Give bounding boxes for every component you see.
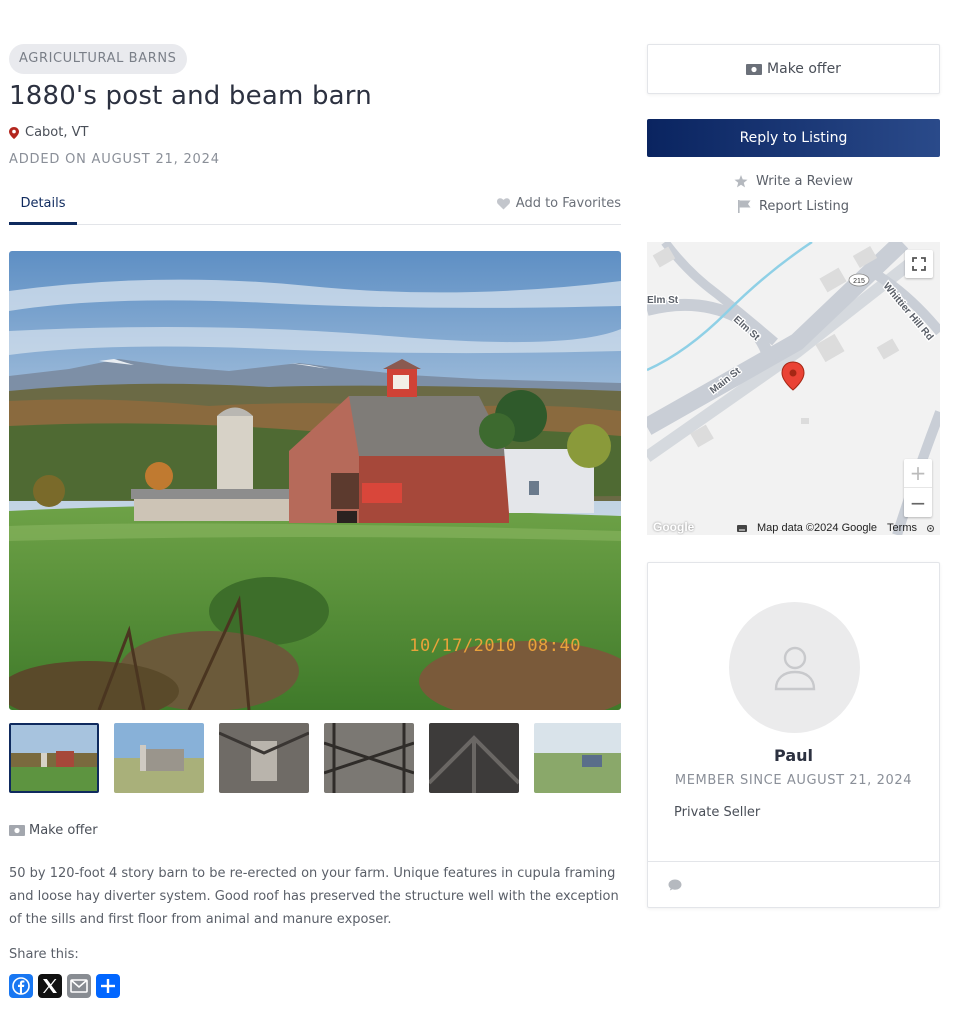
location-map[interactable]: 215 Elm St Elm St Main St Whittier Hill … — [647, 242, 940, 535]
money-icon — [9, 825, 25, 836]
route-shield: 215 — [853, 278, 865, 285]
map-footer: Map data ©2024 Google Terms — [647, 521, 940, 535]
make-offer-link-label: Make offer — [29, 823, 98, 838]
x-share-button[interactable] — [38, 974, 62, 998]
thumbnail-6[interactable] — [534, 723, 621, 793]
listing-title: 1880's post and beam barn — [9, 81, 372, 111]
zoom-controls: + − — [904, 459, 932, 517]
listing-sidebar: Make offer Reply to Listing Write a Revi… — [647, 44, 940, 908]
star-icon — [734, 175, 748, 188]
make-offer-button-label: Make offer — [767, 61, 841, 77]
facebook-icon — [12, 977, 30, 995]
sidebar-links: Write a Review Report Listing — [647, 169, 940, 219]
photo-timestamp: 10/17/2010 08:40 — [409, 636, 581, 656]
favorites-label: Add to Favorites — [515, 196, 621, 211]
thumbnail-3[interactable] — [219, 723, 309, 793]
added-date: ADDED ON AUGUST 21, 2024 — [9, 152, 220, 167]
share-buttons — [9, 974, 621, 998]
user-icon — [774, 646, 815, 690]
make-offer-button[interactable]: Make offer — [647, 44, 940, 94]
heart-icon — [496, 197, 510, 209]
facebook-share-button[interactable] — [9, 974, 33, 998]
street-label-elm-1: Elm St — [647, 295, 679, 306]
more-share-button[interactable] — [96, 974, 120, 998]
map-tiles: 215 Elm St Elm St Main St Whittier Hill … — [647, 242, 940, 535]
location-text: Cabot, VT — [25, 125, 89, 140]
x-icon — [43, 979, 57, 993]
map-attribution: Map data ©2024 Google — [757, 522, 878, 534]
flag-icon — [737, 200, 751, 213]
map-pin-icon — [9, 126, 19, 139]
seller-type: Private Seller — [674, 805, 761, 820]
avatar[interactable] — [729, 602, 860, 733]
thumbnail-4[interactable] — [324, 723, 414, 793]
fullscreen-button[interactable] — [905, 250, 933, 278]
zoom-in-button[interactable]: + — [904, 459, 932, 488]
add-to-favorites-button[interactable]: Add to Favorites — [496, 196, 621, 211]
photo-thumbnails — [9, 723, 621, 793]
reply-to-listing-button[interactable]: Reply to Listing — [647, 119, 940, 157]
category-badge[interactable]: AGRICULTURAL BARNS — [9, 44, 187, 74]
share-label: Share this: — [9, 947, 79, 962]
report-listing-label: Report Listing — [758, 199, 850, 214]
main-listing-photo[interactable]: 10/17/2010 08:40 — [9, 251, 621, 710]
member-since: MEMBER SINCE AUGUST 21, 2024 — [674, 773, 913, 788]
listing-description: 50 by 120-foot 4 story barn to be re-ere… — [9, 866, 619, 927]
email-icon — [70, 979, 88, 993]
report-listing-link[interactable]: Report Listing — [647, 194, 940, 219]
thumbnail-2[interactable] — [114, 723, 204, 793]
listing-location: Cabot, VT — [9, 125, 621, 140]
make-offer-link[interactable]: Make offer — [9, 823, 621, 838]
map-terms-link[interactable]: Terms — [887, 522, 917, 534]
seller-name[interactable]: Paul — [648, 746, 939, 765]
write-review-link[interactable]: Write a Review — [647, 169, 940, 194]
zoom-out-button[interactable]: − — [904, 488, 932, 517]
card-divider — [648, 861, 939, 862]
seller-card: Paul MEMBER SINCE AUGUST 21, 2024 Privat… — [647, 562, 940, 908]
fullscreen-icon — [912, 257, 926, 271]
email-share-button[interactable] — [67, 974, 91, 998]
keyboard-icon[interactable] — [737, 524, 748, 532]
thumbnail-1[interactable] — [9, 723, 99, 793]
write-review-label: Write a Review — [756, 174, 853, 189]
listing-tabs: Details Add to Favorites — [9, 187, 621, 225]
thumbnail-5[interactable] — [429, 723, 519, 793]
listing-main: AGRICULTURAL BARNS 1880's post and beam … — [9, 44, 621, 998]
money-icon — [746, 63, 763, 75]
report-map-error-icon[interactable] — [927, 524, 934, 532]
chat-icon[interactable] — [668, 879, 682, 891]
tab-details[interactable]: Details — [9, 187, 77, 225]
share-plus-icon — [101, 979, 115, 993]
